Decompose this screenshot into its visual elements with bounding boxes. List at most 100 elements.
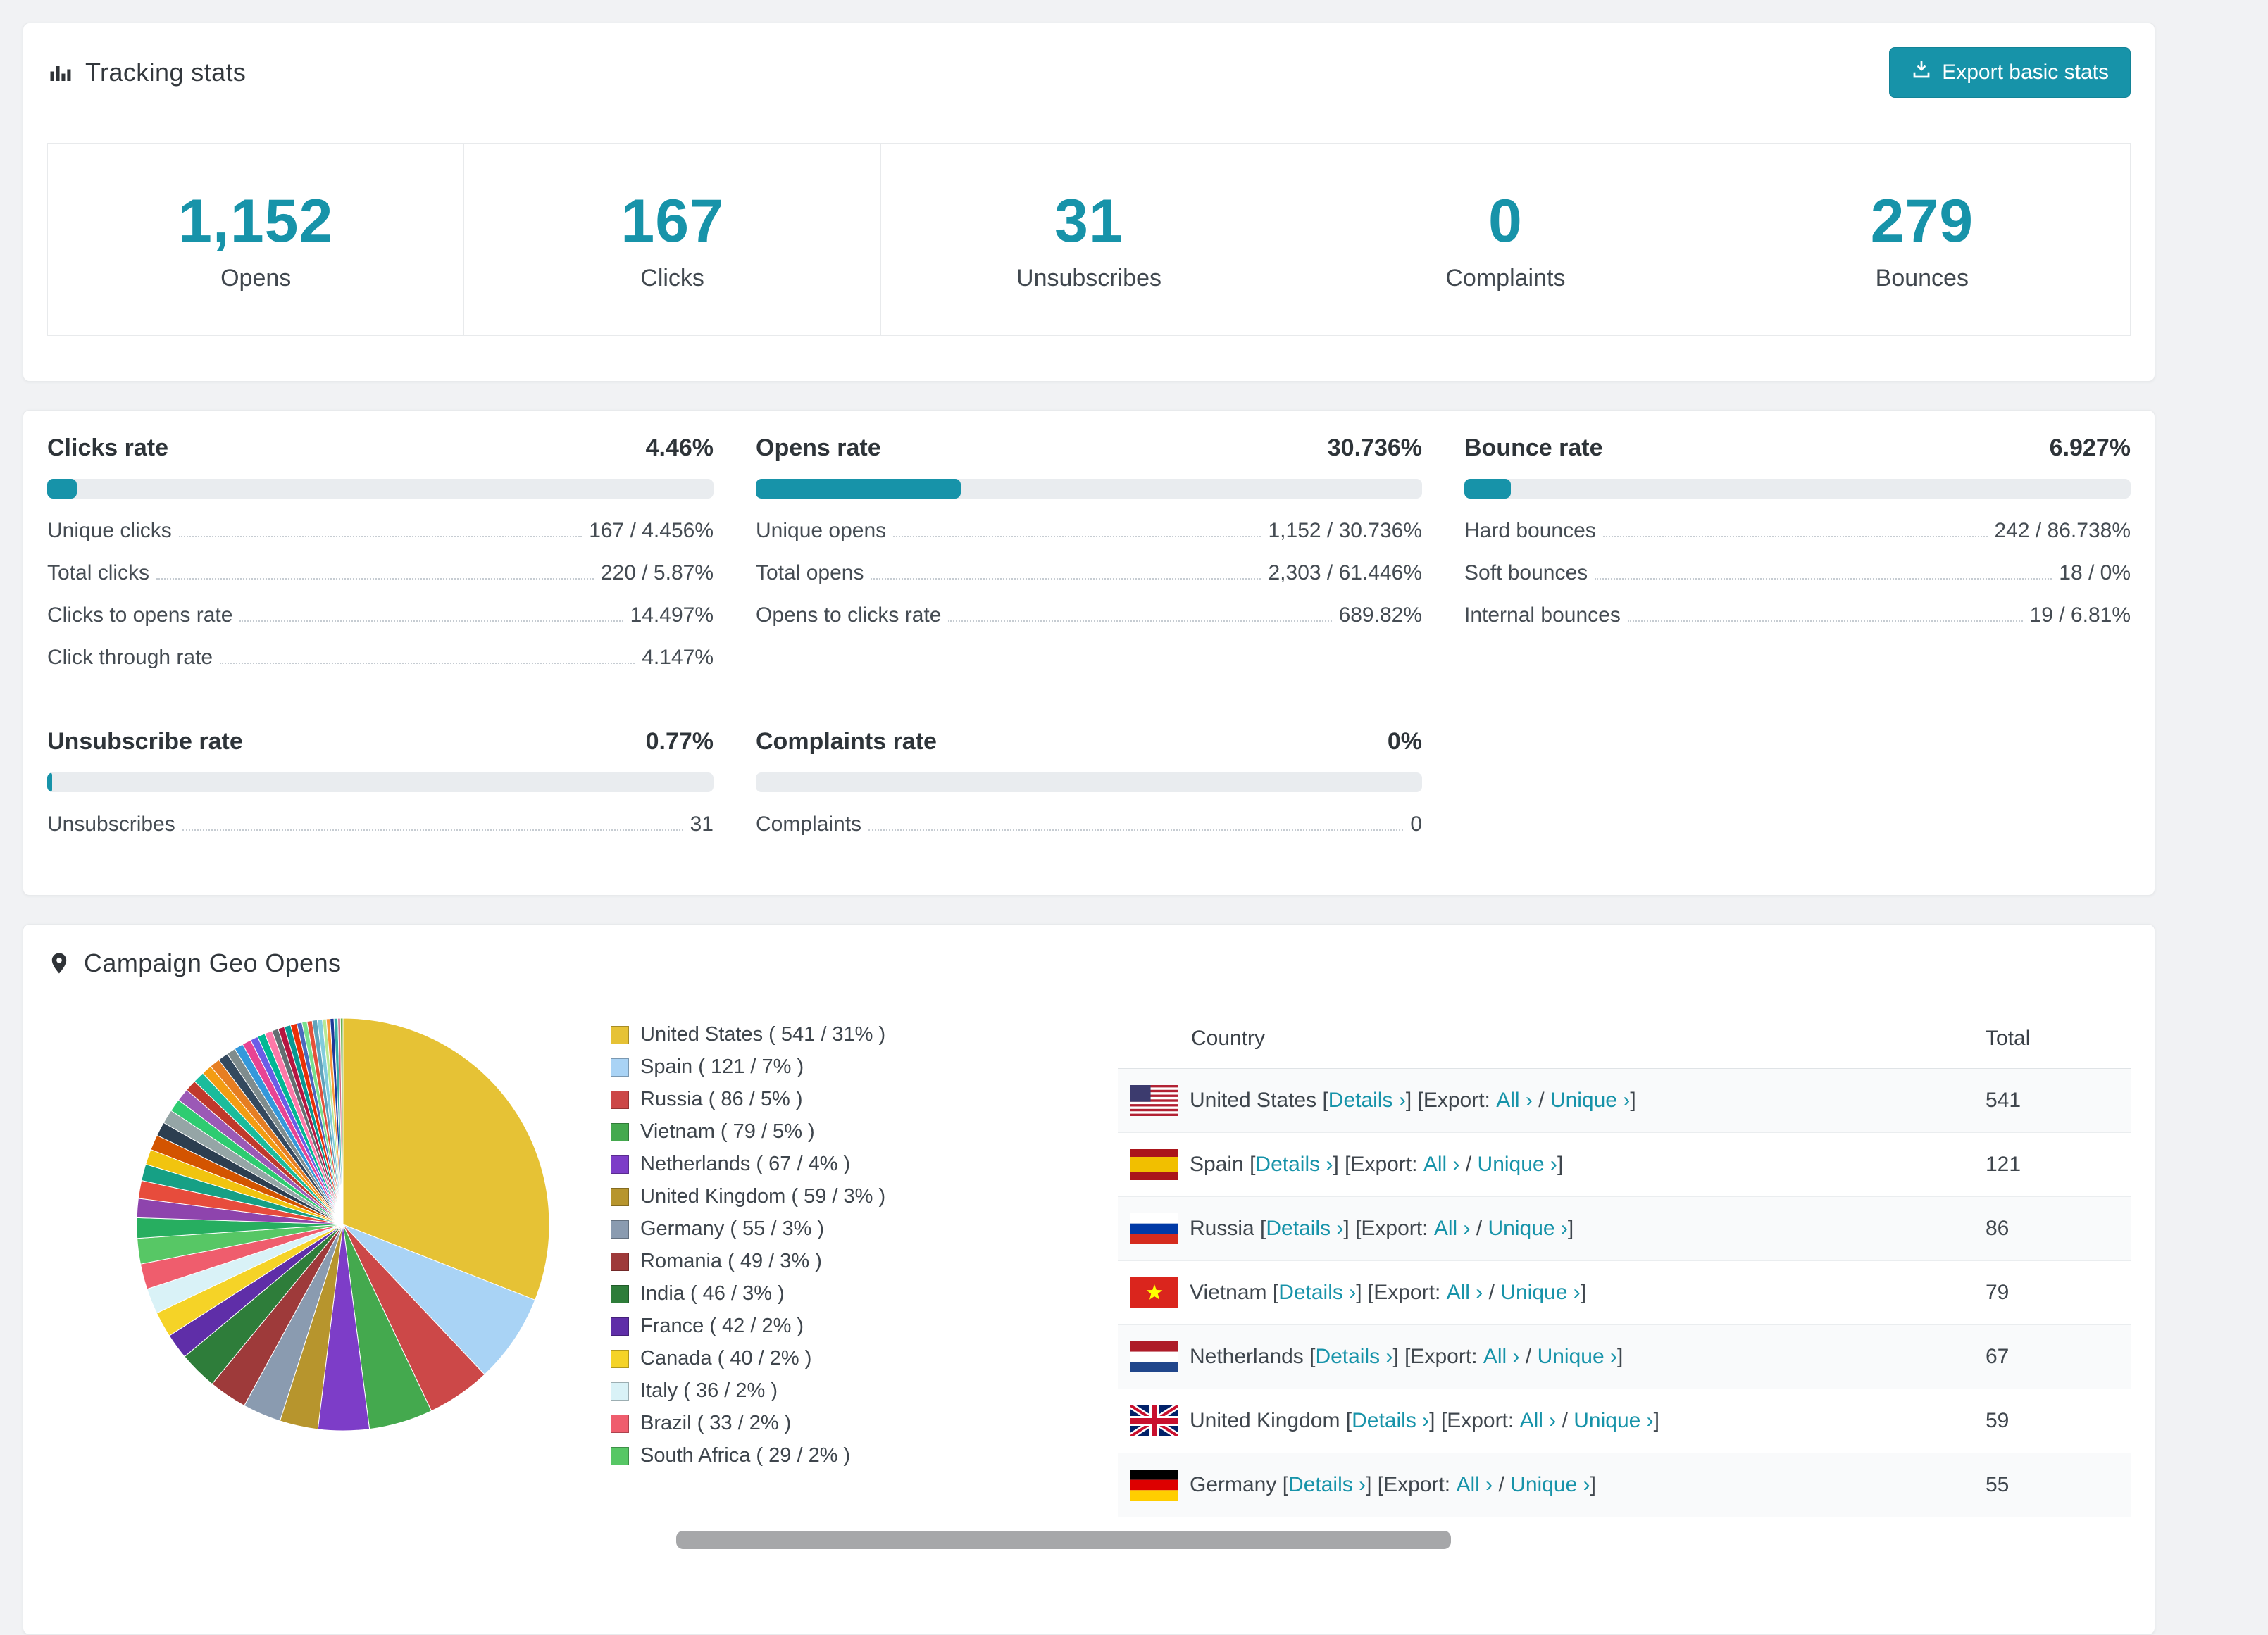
export-all-link[interactable]: All ›: [1423, 1153, 1460, 1176]
export-unique-link[interactable]: Unique ›: [1538, 1345, 1617, 1368]
stat-label: Clicks: [640, 265, 704, 292]
export-all-link[interactable]: All ›: [1447, 1281, 1483, 1304]
legend-swatch: [611, 1058, 629, 1077]
metric-label: Soft bounces: [1464, 561, 1588, 584]
table-row: Russia [Details ›] [Export: All › / Uniq…: [1118, 1196, 2131, 1261]
export-all-link[interactable]: All ›: [1434, 1217, 1471, 1240]
export-unique-link[interactable]: Unique ›: [1574, 1409, 1653, 1432]
legend-swatch: [611, 1446, 629, 1465]
geo-table: Country Total United States [Details ›] …: [1118, 1009, 2131, 1517]
details-link[interactable]: Details ›: [1315, 1345, 1392, 1368]
download-icon: [1911, 59, 1932, 86]
rate-rows: Complaints 0: [756, 803, 1422, 846]
legend-item: Germany ( 55 / 3% ): [611, 1217, 1104, 1241]
export-unique-link[interactable]: Unique ›: [1478, 1153, 1557, 1176]
dotted-leader: [239, 620, 623, 622]
rate-head: Unsubscribe rate 0.77%: [47, 728, 714, 756]
table-row: Spain [Details ›] [Export: All › / Uniqu…: [1118, 1132, 2131, 1197]
metric-value: 19 / 6.81%: [2029, 603, 2131, 627]
rate-block: Complaints rate 0% Complaints 0: [756, 728, 1422, 846]
export-unique-link[interactable]: Unique ›: [1510, 1473, 1590, 1496]
details-link[interactable]: Details ›: [1255, 1153, 1333, 1176]
details-link[interactable]: Details ›: [1352, 1409, 1429, 1432]
country-cell: Russia [Details ›] [Export: All › / Uniq…: [1118, 1196, 1973, 1261]
country-total: 59: [1973, 1389, 2131, 1453]
export-unique-link[interactable]: Unique ›: [1550, 1089, 1630, 1112]
progress-bar-fill: [756, 479, 961, 499]
legend-swatch: [611, 1284, 629, 1303]
metric-row: Soft bounces 18 / 0%: [1464, 552, 2131, 594]
metric-row: Complaints 0: [756, 803, 1422, 846]
legend-item: United States ( 541 / 31% ): [611, 1023, 1104, 1046]
legend-label: South Africa ( 29 / 2% ): [640, 1444, 851, 1467]
campaign-geo-opens-card: Campaign Geo Opens United States ( 541 /…: [23, 924, 2155, 1635]
details-link[interactable]: Details ›: [1266, 1217, 1343, 1240]
legend-item: Vietnam ( 79 / 5% ): [611, 1120, 1104, 1144]
stat-value: 31: [1054, 187, 1123, 255]
legend-label: Russia ( 86 / 5% ): [640, 1088, 803, 1110]
geo-header: Campaign Geo Opens: [47, 948, 2131, 978]
metric-value: 2,303 / 61.446%: [1268, 561, 1422, 584]
legend-label: United Kingdom ( 59 / 3% ): [640, 1185, 886, 1208]
dotted-leader: [220, 663, 635, 664]
stats-strip: 1,152 Opens 167 Clicks 31 Unsubscribes 0…: [47, 143, 2131, 336]
metric-row: Click through rate 4.147%: [47, 637, 714, 679]
stat-value: 279: [1870, 187, 1974, 255]
bar-chart-icon: [47, 60, 73, 85]
details-link[interactable]: Details ›: [1328, 1089, 1406, 1112]
legend-item: South Africa ( 29 / 2% ): [611, 1444, 1104, 1467]
tracking-stats-title: Tracking stats: [85, 58, 247, 87]
table-row: Germany [Details ›] [Export: All › / Uni…: [1118, 1453, 2131, 1517]
country-flag-icon: [1130, 1405, 1178, 1436]
export-unique-link[interactable]: Unique ›: [1500, 1281, 1580, 1304]
legend-label: France ( 42 / 2% ): [640, 1315, 804, 1337]
stat-box: 31 Unsubscribes: [880, 144, 1297, 335]
legend-label: United States ( 541 / 31% ): [640, 1023, 886, 1046]
stat-value: 0: [1488, 187, 1523, 255]
export-label: Export:: [1410, 1345, 1478, 1368]
country-total: 121: [1973, 1132, 2131, 1197]
export-unique-link[interactable]: Unique ›: [1488, 1217, 1568, 1240]
column-header-country: Country: [1118, 1009, 1973, 1069]
export-label: Export:: [1383, 1473, 1451, 1496]
dotted-leader: [893, 536, 1261, 537]
rate-head: Opens rate 30.736%: [756, 434, 1422, 462]
export-all-link[interactable]: All ›: [1483, 1345, 1520, 1368]
metric-row: Total clicks 220 / 5.87%: [47, 552, 714, 594]
geo-pie-wrap: [47, 1009, 582, 1517]
horizontal-scrollbar-thumb[interactable]: [676, 1531, 1451, 1549]
export-all-link[interactable]: All ›: [1520, 1409, 1557, 1432]
page: Tracking stats Export basic stats 1,152 …: [0, 0, 2268, 1635]
export-label: Export:: [1447, 1409, 1514, 1432]
stat-box: 1,152 Opens: [48, 144, 463, 335]
legend-swatch: [611, 1155, 629, 1174]
metric-value: 4.147%: [642, 646, 714, 669]
country-cell: United Kingdom [Details ›] [Export: All …: [1118, 1389, 1973, 1453]
stat-box: 167 Clicks: [463, 144, 880, 335]
details-link[interactable]: Details ›: [1278, 1281, 1356, 1304]
export-basic-stats-button[interactable]: Export basic stats: [1889, 47, 2131, 98]
legend-item: United Kingdom ( 59 / 3% ): [611, 1185, 1104, 1208]
legend-swatch: [611, 1252, 629, 1271]
country-name: United States: [1190, 1089, 1317, 1112]
export-all-link[interactable]: All ›: [1456, 1473, 1493, 1496]
legend-item: Russia ( 86 / 5% ): [611, 1088, 1104, 1111]
country-name: Russia: [1190, 1217, 1254, 1240]
export-all-link[interactable]: All ›: [1496, 1089, 1533, 1112]
stat-value: 167: [621, 187, 724, 255]
legend-swatch: [611, 1414, 629, 1433]
dotted-leader: [178, 536, 582, 537]
stat-value: 1,152: [178, 187, 334, 255]
metric-label: Opens to clicks rate: [756, 603, 942, 627]
legend-label: Spain ( 121 / 7% ): [640, 1055, 804, 1078]
legend-swatch: [611, 1349, 629, 1368]
country-flag-icon: [1130, 1149, 1178, 1180]
legend-swatch: [611, 1090, 629, 1109]
details-link[interactable]: Details ›: [1288, 1473, 1366, 1496]
legend-item: Canada ( 40 / 2% ): [611, 1347, 1104, 1370]
country-flag-icon: [1130, 1085, 1178, 1116]
country-flag-icon: [1130, 1213, 1178, 1244]
legend-swatch: [611, 1382, 629, 1401]
progress-bar-track: [756, 479, 1422, 499]
stat-label: Complaints: [1445, 265, 1566, 292]
